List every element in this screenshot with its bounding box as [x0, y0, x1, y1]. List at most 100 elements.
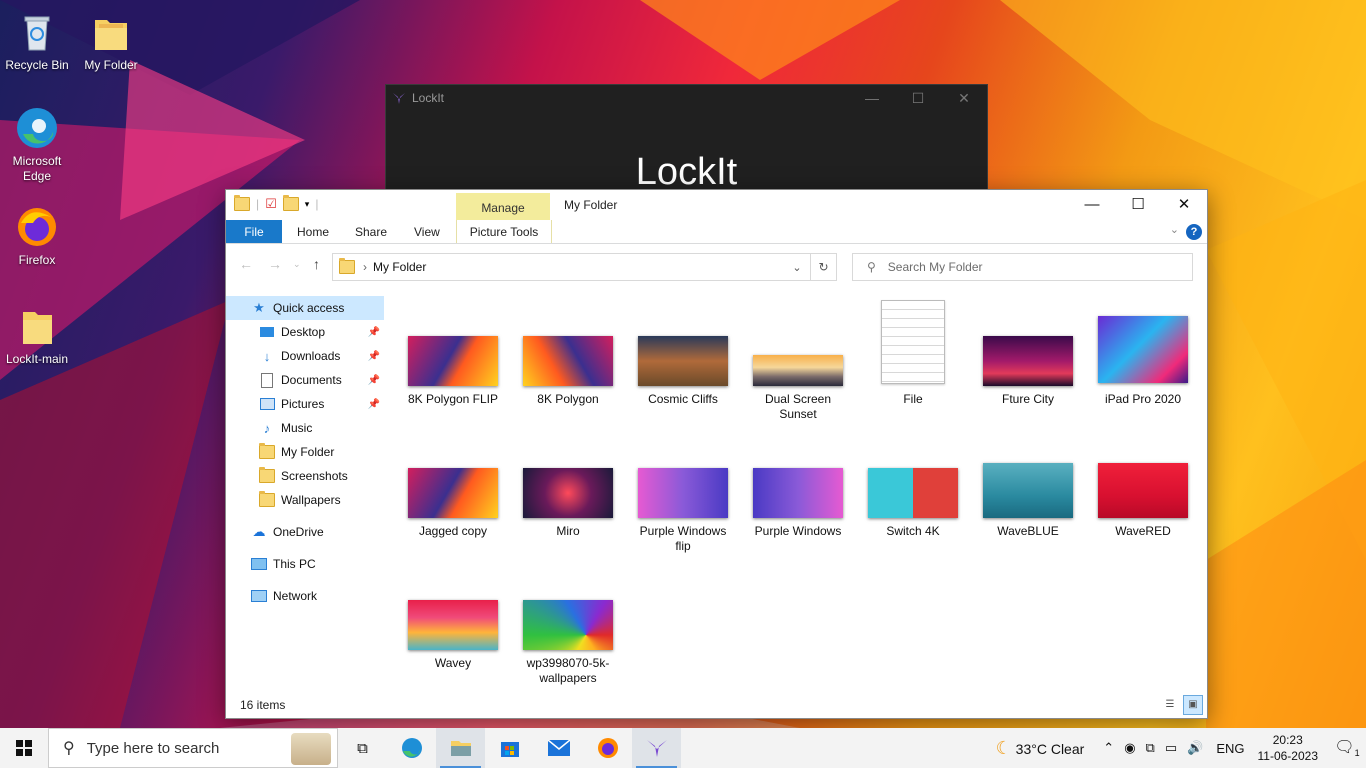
edge-taskbar-icon[interactable]	[387, 728, 436, 768]
customize-toolbar-icon[interactable]: ▾	[305, 199, 310, 210]
refresh-button[interactable]: ↻	[810, 253, 837, 281]
nav-music[interactable]: ♪ Music	[226, 416, 384, 440]
address-dropdown-icon[interactable]: ⌄	[784, 261, 810, 274]
volume-icon[interactable]: 🔊	[1187, 740, 1203, 756]
file-item[interactable]: 8K Polygon	[518, 300, 618, 420]
search-input[interactable]: ⚲ Search My Folder	[852, 253, 1193, 281]
minimize-button[interactable]: —	[1069, 190, 1115, 220]
minimize-button[interactable]: —	[849, 90, 895, 107]
file-item[interactable]: Fture City	[978, 300, 1078, 420]
documents-icon	[259, 372, 275, 388]
desktop-icon-edge[interactable]: Microsoft Edge	[1, 106, 73, 184]
lockit-window[interactable]: LockIt — ☐ ✕ LockIt	[385, 84, 988, 206]
tab-picture-tools[interactable]: Picture Tools	[456, 220, 552, 243]
firefox-taskbar-icon[interactable]	[583, 728, 632, 768]
desktop-icon-firefox[interactable]: Firefox	[1, 205, 73, 268]
task-view-icon[interactable]: ⧉	[338, 728, 387, 768]
tab-file[interactable]: File	[226, 220, 282, 243]
file-item[interactable]: Purple Windows flip	[633, 432, 733, 553]
file-item[interactable]: Dual Screen Sunset	[748, 300, 848, 421]
properties-icon[interactable]: ☑	[265, 196, 277, 212]
file-list: 8K Polygon FLIP 8K Polygon Cosmic Cliffs…	[386, 286, 1207, 692]
file-name: Miro	[556, 524, 580, 538]
file-explorer-window[interactable]: | ☑ ▾ | Manage My Folder — ☐ ✕ File Home…	[225, 189, 1208, 719]
nav-this-pc[interactable]: This PC	[226, 552, 384, 576]
maximize-button[interactable]: ☐	[1115, 190, 1161, 220]
file-item[interactable]: 8K Polygon FLIP	[403, 300, 503, 420]
start-button[interactable]	[0, 728, 48, 768]
lockit-taskbar-icon[interactable]	[632, 728, 681, 768]
nav-quick-access[interactable]: ★ Quick access	[226, 296, 384, 320]
file-item[interactable]: Wavey	[403, 564, 503, 684]
tab-share[interactable]: Share	[355, 220, 387, 243]
file-name: Jagged copy	[418, 524, 488, 538]
large-icons-view-icon[interactable]: ▣	[1183, 695, 1203, 715]
tab-home[interactable]: Home	[297, 220, 329, 243]
nav-documents[interactable]: Documents 📌	[226, 368, 384, 392]
maximize-button[interactable]: ☐	[895, 90, 941, 107]
store-taskbar-icon[interactable]	[485, 728, 534, 768]
forward-icon[interactable]: →	[268, 256, 282, 272]
nav-my-folder[interactable]: My Folder	[226, 440, 384, 464]
nav-pictures[interactable]: Pictures 📌	[226, 392, 384, 416]
close-button[interactable]: ✕	[941, 90, 987, 107]
file-item[interactable]: WaveBLUE	[978, 432, 1078, 552]
notification-center-icon[interactable]: 🗨1	[1328, 737, 1366, 758]
weather-widget[interactable]: ☾ 33°C Clear	[996, 738, 1085, 759]
record-icon[interactable]: ◉	[1124, 740, 1135, 756]
file-item[interactable]: File	[863, 300, 963, 420]
meet-now-icon[interactable]: ⧉	[1146, 740, 1155, 756]
desktop-icon-label: Recycle Bin	[5, 58, 69, 72]
file-name: Purple Windows flip	[639, 524, 727, 553]
manage-tab[interactable]: Manage	[456, 193, 550, 220]
file-item[interactable]: Purple Windows	[748, 432, 848, 552]
help-icon[interactable]: ?	[1186, 224, 1202, 240]
file-name: Dual Screen Sunset	[764, 392, 832, 421]
lockit-titlebar[interactable]: LockIt — ☐ ✕	[386, 85, 987, 111]
explorer-titlebar[interactable]: | ☑ ▾ | Manage My Folder — ☐ ✕	[226, 190, 1207, 220]
desktop-icon-recycle-bin[interactable]: Recycle Bin	[1, 10, 73, 73]
nav-desktop[interactable]: Desktop 📌	[226, 320, 384, 344]
file-item[interactable]: Cosmic Cliffs	[633, 300, 733, 420]
taskbar-search-input[interactable]: ⚲ Type here to search	[48, 728, 338, 768]
desktop-icon-label: My Folder	[84, 58, 138, 72]
file-item[interactable]: wp3998070-5k-wallpapers	[518, 564, 618, 685]
file-name: Purple Windows	[754, 524, 842, 538]
file-item[interactable]: Miro	[518, 432, 618, 552]
network-icon[interactable]: ▭	[1165, 740, 1177, 756]
new-folder-icon[interactable]	[282, 195, 299, 211]
file-item[interactable]: Jagged copy	[403, 432, 503, 552]
desktop-icon-my-folder[interactable]: My Folder	[75, 10, 147, 73]
details-view-icon[interactable]: ☰	[1160, 695, 1180, 715]
close-button[interactable]: ✕	[1161, 190, 1207, 220]
folder-icon	[234, 195, 250, 211]
file-name: Wavey	[434, 656, 472, 670]
back-icon[interactable]: ←	[239, 256, 253, 272]
mail-taskbar-icon[interactable]	[534, 728, 583, 768]
up-icon[interactable]: ↑	[313, 256, 320, 272]
nav-downloads[interactable]: ↓ Downloads 📌	[226, 344, 384, 368]
nav-onedrive[interactable]: ☁ OneDrive	[226, 520, 384, 544]
file-item[interactable]: iPad Pro 2020	[1093, 300, 1193, 420]
expand-ribbon-icon[interactable]: ⌄	[1170, 223, 1179, 236]
thumbnail	[638, 468, 728, 518]
thumbnail	[1098, 463, 1188, 518]
file-item[interactable]: WaveRED	[1093, 432, 1193, 552]
nav-wallpapers[interactable]: Wallpapers	[226, 488, 384, 512]
document-icon	[881, 300, 945, 384]
file-explorer-taskbar-icon[interactable]	[436, 728, 485, 768]
nav-screenshots[interactable]: Screenshots	[226, 464, 384, 488]
tab-view[interactable]: View	[414, 220, 440, 243]
thumbnail	[983, 336, 1073, 386]
desktop-icon-lockit-main[interactable]: LockIt-main	[1, 304, 73, 367]
recent-locations-icon[interactable]: ⌄	[293, 259, 301, 270]
show-hidden-icons-icon[interactable]: ⌃	[1103, 740, 1114, 756]
star-icon: ★	[253, 300, 265, 315]
nav-network[interactable]: Network	[226, 584, 384, 608]
clock[interactable]: 20:23 11-06-2023	[1258, 732, 1319, 764]
thumbnail	[408, 600, 498, 650]
breadcrumb[interactable]: My Folder	[373, 260, 426, 274]
language-indicator[interactable]: ENG	[1216, 741, 1244, 756]
address-bar[interactable]: › My Folder ⌄	[332, 253, 837, 281]
file-item[interactable]: Switch 4K	[863, 432, 963, 552]
